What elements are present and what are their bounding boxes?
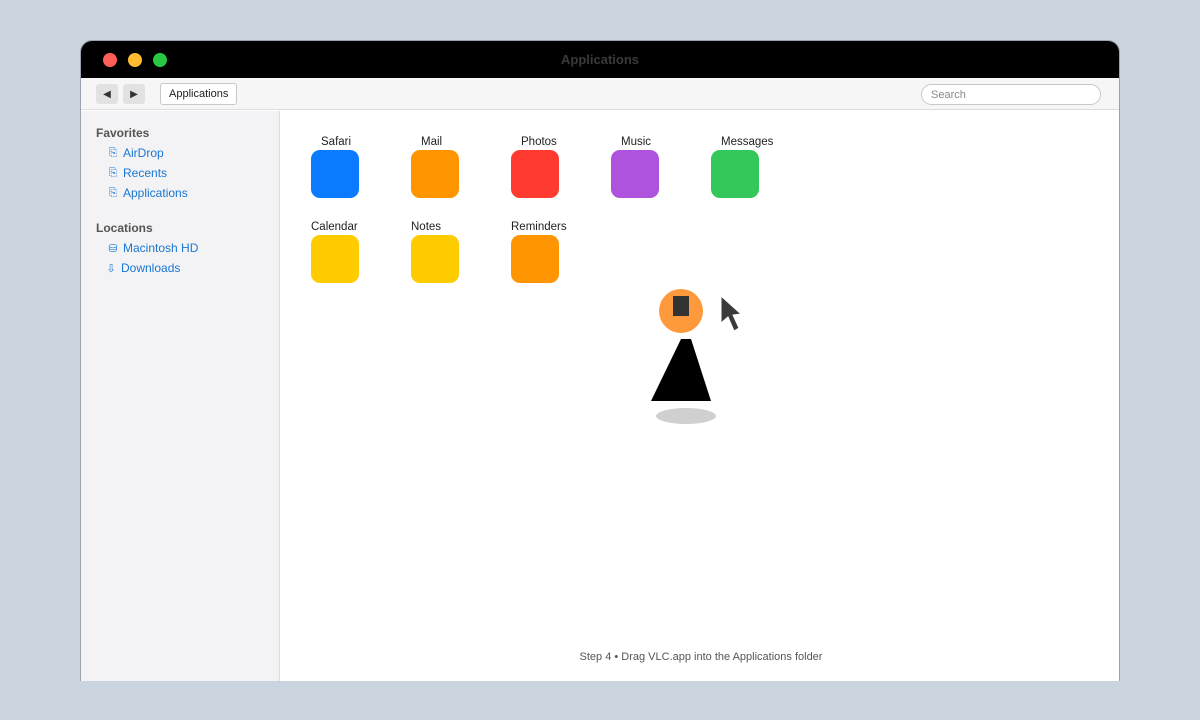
sidebar-section-favorites: Favorites (96, 126, 150, 140)
vlc-cone-icon[interactable] (651, 289, 721, 429)
forward-button[interactable]: ▶ (123, 84, 145, 104)
sidebar-item-label: Downloads (121, 261, 181, 275)
folder-icon: ⎘ (108, 146, 118, 159)
download-icon: ⇩ (106, 262, 116, 275)
finder-window: Applications ◀ ▶ Applications Favorites … (80, 40, 1120, 681)
app-item-messages[interactable]: Messages (711, 136, 791, 216)
step-caption: Step 4 • Drag VLC.app into the Applicati… (579, 651, 823, 663)
search-input[interactable] (921, 84, 1101, 105)
app-icon-mail (411, 150, 459, 198)
disk-icon: ⛁ (108, 242, 118, 255)
sidebar: Favorites ⎘ AirDrop ⎘ Recents ⎘ Applicat… (81, 111, 280, 681)
mouse-pointer-icon (720, 295, 742, 332)
app-label: Calendar (311, 221, 358, 233)
path-button[interactable]: Applications (160, 83, 238, 105)
app-label: Reminders (511, 221, 567, 233)
app-icon-music (611, 150, 659, 198)
sidebar-section-locations: Locations (96, 221, 153, 235)
app-item-calendar[interactable]: Calendar (311, 221, 391, 301)
file-browser-area[interactable]: Safari Mail Photos Music Messages Calend… (281, 111, 1119, 681)
forward-arrow-icon: ▶ (130, 88, 138, 100)
app-icon-messages (711, 150, 759, 198)
app-item-mail[interactable]: Mail (411, 136, 491, 216)
app-item-safari[interactable]: Safari (311, 136, 391, 216)
app-icon-safari (311, 150, 359, 198)
sidebar-item-label: Macintosh HD (123, 241, 199, 255)
app-label: Photos (521, 136, 557, 148)
app-label: Music (621, 136, 652, 148)
window-title: Applications (560, 52, 639, 67)
sidebar-item-recents[interactable]: ⎘ Recents (107, 166, 167, 180)
app-label: Notes (411, 221, 442, 233)
sidebar-item-airdrop[interactable]: ⎘ AirDrop (107, 146, 164, 160)
back-button[interactable]: ◀ (96, 84, 118, 104)
sidebar-item-label: AirDrop (123, 146, 164, 160)
app-label: Mail (421, 136, 443, 148)
sidebar-item-applications[interactable]: ⎘ Applications (107, 186, 188, 200)
toolbar: ◀ ▶ Applications (81, 78, 1119, 110)
app-item-photos[interactable]: Photos (511, 136, 591, 216)
app-item-reminders[interactable]: Reminders (511, 221, 591, 301)
app-item-music[interactable]: Music (611, 136, 691, 216)
sidebar-item-label: Applications (123, 186, 188, 200)
folder-icon: ⎘ (108, 166, 118, 179)
app-icon-photos (511, 150, 559, 198)
app-item-notes[interactable]: Notes (411, 221, 491, 301)
back-arrow-icon: ◀ (103, 88, 111, 100)
folder-icon: ⎘ (108, 186, 118, 199)
app-icon-reminders (511, 235, 559, 283)
drag-shadow (656, 408, 716, 424)
title-bar[interactable]: Applications (81, 41, 1119, 78)
sidebar-item-label: Recents (123, 166, 168, 180)
sidebar-item-macintosh-hd[interactable]: ⛁ Macintosh HD (107, 241, 198, 255)
cone-head-mark (673, 296, 689, 316)
cone-body (651, 339, 711, 401)
sidebar-item-downloads[interactable]: ⇩ Downloads (105, 261, 180, 275)
app-label: Safari (321, 136, 352, 148)
app-icon-calendar (311, 235, 359, 283)
app-label: Messages (721, 136, 774, 148)
app-icon-notes (411, 235, 459, 283)
